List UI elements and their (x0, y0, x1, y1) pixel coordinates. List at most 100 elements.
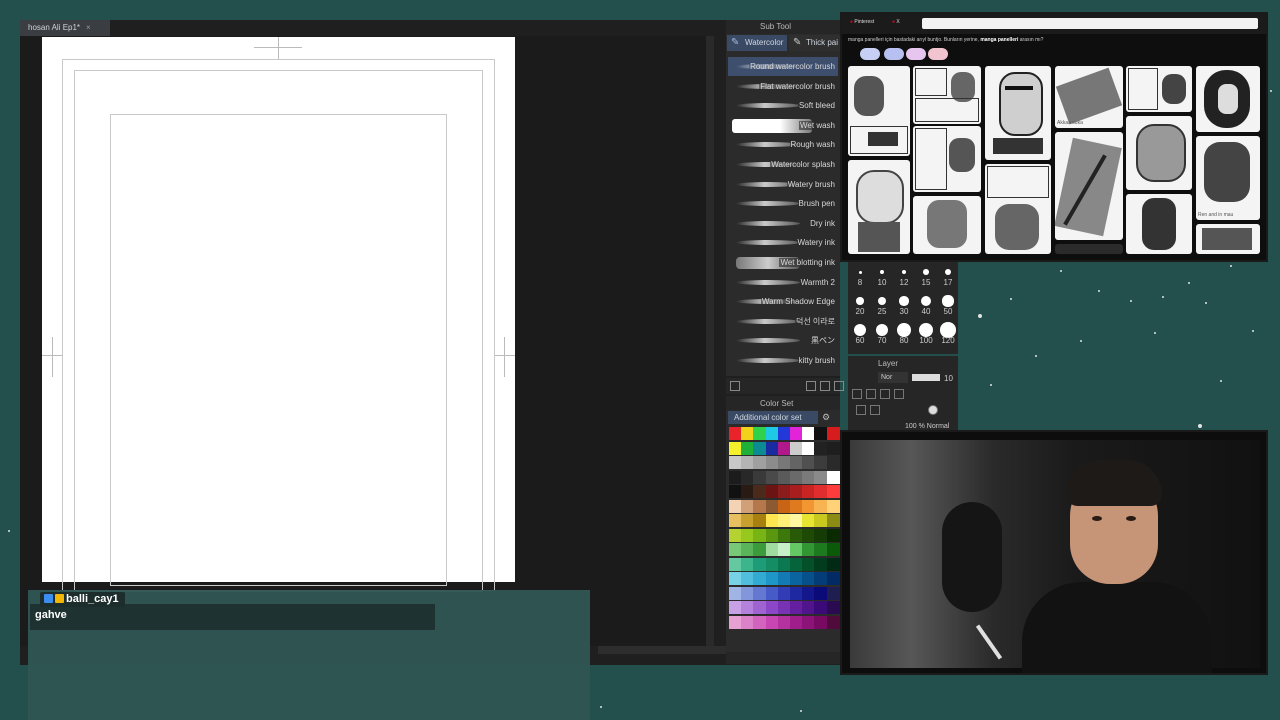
color-swatch[interactable] (814, 456, 828, 469)
color-swatch[interactable] (802, 572, 816, 585)
color-swatch[interactable] (741, 514, 755, 527)
color-swatch[interactable] (814, 499, 828, 513)
filter-chip[interactable] (928, 48, 948, 60)
manga-pin[interactable] (1126, 194, 1192, 254)
browser-tab-x[interactable]: ● X (892, 19, 900, 25)
color-swatch[interactable] (790, 572, 803, 585)
colorset-dropdown[interactable]: Additional color set (728, 411, 818, 424)
brush-size-dot[interactable] (942, 295, 954, 307)
search-suggestion[interactable]: manga panelleri için bastadaki arıyl bun… (848, 37, 1043, 43)
color-swatch[interactable] (826, 441, 840, 455)
color-swatch[interactable] (741, 543, 755, 556)
filter-chip[interactable] (860, 48, 880, 60)
color-swatch[interactable] (826, 572, 840, 585)
color-swatch[interactable] (753, 470, 767, 484)
manga-pin[interactable] (1196, 66, 1260, 132)
color-swatch[interactable] (765, 543, 779, 556)
color-swatch[interactable] (826, 514, 840, 527)
color-swatch[interactable] (790, 586, 803, 600)
color-swatch[interactable] (826, 427, 840, 440)
color-swatch[interactable] (753, 543, 767, 556)
color-swatch[interactable] (753, 528, 767, 542)
colorset-search-icon[interactable]: ⚙ (822, 412, 830, 423)
manga-pin[interactable] (1196, 224, 1260, 254)
color-swatch[interactable] (777, 514, 791, 527)
color-swatch[interactable] (826, 557, 840, 571)
layer-opacity-slider[interactable] (912, 374, 940, 381)
color-swatch[interactable] (765, 615, 779, 629)
color-swatch[interactable] (802, 615, 816, 629)
brush-item[interactable]: Dry ink (728, 214, 838, 233)
color-swatch[interactable] (741, 615, 755, 629)
brush-item[interactable]: Warm Shadow Edge (728, 292, 838, 311)
color-swatch[interactable] (777, 615, 791, 629)
color-swatch[interactable] (753, 557, 767, 571)
color-swatch[interactable] (777, 543, 791, 556)
color-swatch[interactable] (753, 615, 767, 629)
color-swatch[interactable] (729, 601, 742, 614)
color-swatch[interactable] (777, 601, 791, 614)
brush-item[interactable]: Warmth 2 (728, 273, 838, 292)
color-swatch[interactable] (741, 427, 755, 440)
brush-item[interactable]: Soft bleed (728, 96, 838, 115)
manga-pin[interactable] (913, 196, 981, 254)
color-swatch[interactable] (814, 514, 828, 527)
color-swatch[interactable] (741, 456, 755, 469)
color-swatch[interactable] (753, 456, 767, 469)
document-tab[interactable]: hosan Ali Ep1* × (20, 20, 110, 36)
color-swatch[interactable] (814, 528, 828, 542)
color-swatch[interactable] (729, 543, 742, 556)
color-swatch[interactable] (741, 557, 755, 571)
brush-size-dot[interactable] (897, 323, 911, 337)
color-swatch[interactable] (790, 470, 803, 484)
color-swatch[interactable] (765, 485, 779, 498)
color-swatch[interactable] (790, 441, 803, 455)
color-swatch[interactable] (753, 485, 767, 498)
color-swatch[interactable] (741, 572, 755, 585)
new-layer-icon[interactable] (856, 405, 866, 415)
color-swatch[interactable] (802, 470, 816, 484)
color-swatch[interactable] (814, 485, 828, 498)
color-swatch[interactable] (765, 528, 779, 542)
color-swatch[interactable] (802, 456, 816, 469)
tab-watercolor[interactable]: ✎ Watercolor (727, 35, 787, 51)
color-swatch[interactable] (777, 441, 791, 455)
color-swatch[interactable] (729, 427, 742, 440)
lock-icon[interactable] (852, 389, 862, 399)
color-swatch[interactable] (741, 601, 755, 614)
brush-size-dot[interactable] (899, 296, 909, 306)
color-swatch[interactable] (826, 456, 840, 469)
brush-size-dot[interactable] (923, 269, 929, 275)
color-swatch[interactable] (753, 586, 767, 600)
manga-pin[interactable] (1055, 132, 1123, 240)
color-swatch[interactable] (802, 485, 816, 498)
manga-pin[interactable] (913, 126, 981, 192)
color-swatch[interactable] (729, 441, 742, 455)
color-swatch[interactable] (790, 499, 803, 513)
color-swatch[interactable] (753, 499, 767, 513)
manga-pin[interactable] (848, 160, 910, 254)
clip-icon[interactable] (866, 389, 876, 399)
brush-item[interactable]: Rough wash (728, 135, 838, 154)
color-swatch[interactable] (790, 543, 803, 556)
color-swatch[interactable] (826, 528, 840, 542)
brush-item[interactable]: Wet wash (728, 116, 838, 135)
manga-pin[interactable] (1126, 66, 1192, 112)
color-swatch[interactable] (814, 615, 828, 629)
color-swatch[interactable] (729, 456, 742, 469)
color-swatch[interactable] (814, 557, 828, 571)
copy-subtool-icon[interactable] (820, 381, 830, 391)
color-swatch[interactable] (802, 427, 816, 440)
manga-pin[interactable] (985, 66, 1051, 160)
color-swatch[interactable] (826, 586, 840, 600)
browser-tab-pinterest[interactable]: ● Pinterest (850, 19, 874, 25)
color-swatch[interactable] (777, 470, 791, 484)
color-swatch[interactable] (814, 427, 828, 440)
color-swatch[interactable] (826, 543, 840, 556)
color-swatch[interactable] (826, 615, 840, 629)
color-swatch[interactable] (765, 601, 779, 614)
color-swatch[interactable] (826, 470, 840, 484)
color-swatch[interactable] (729, 557, 742, 571)
color-swatch[interactable] (814, 543, 828, 556)
color-swatch[interactable] (777, 499, 791, 513)
